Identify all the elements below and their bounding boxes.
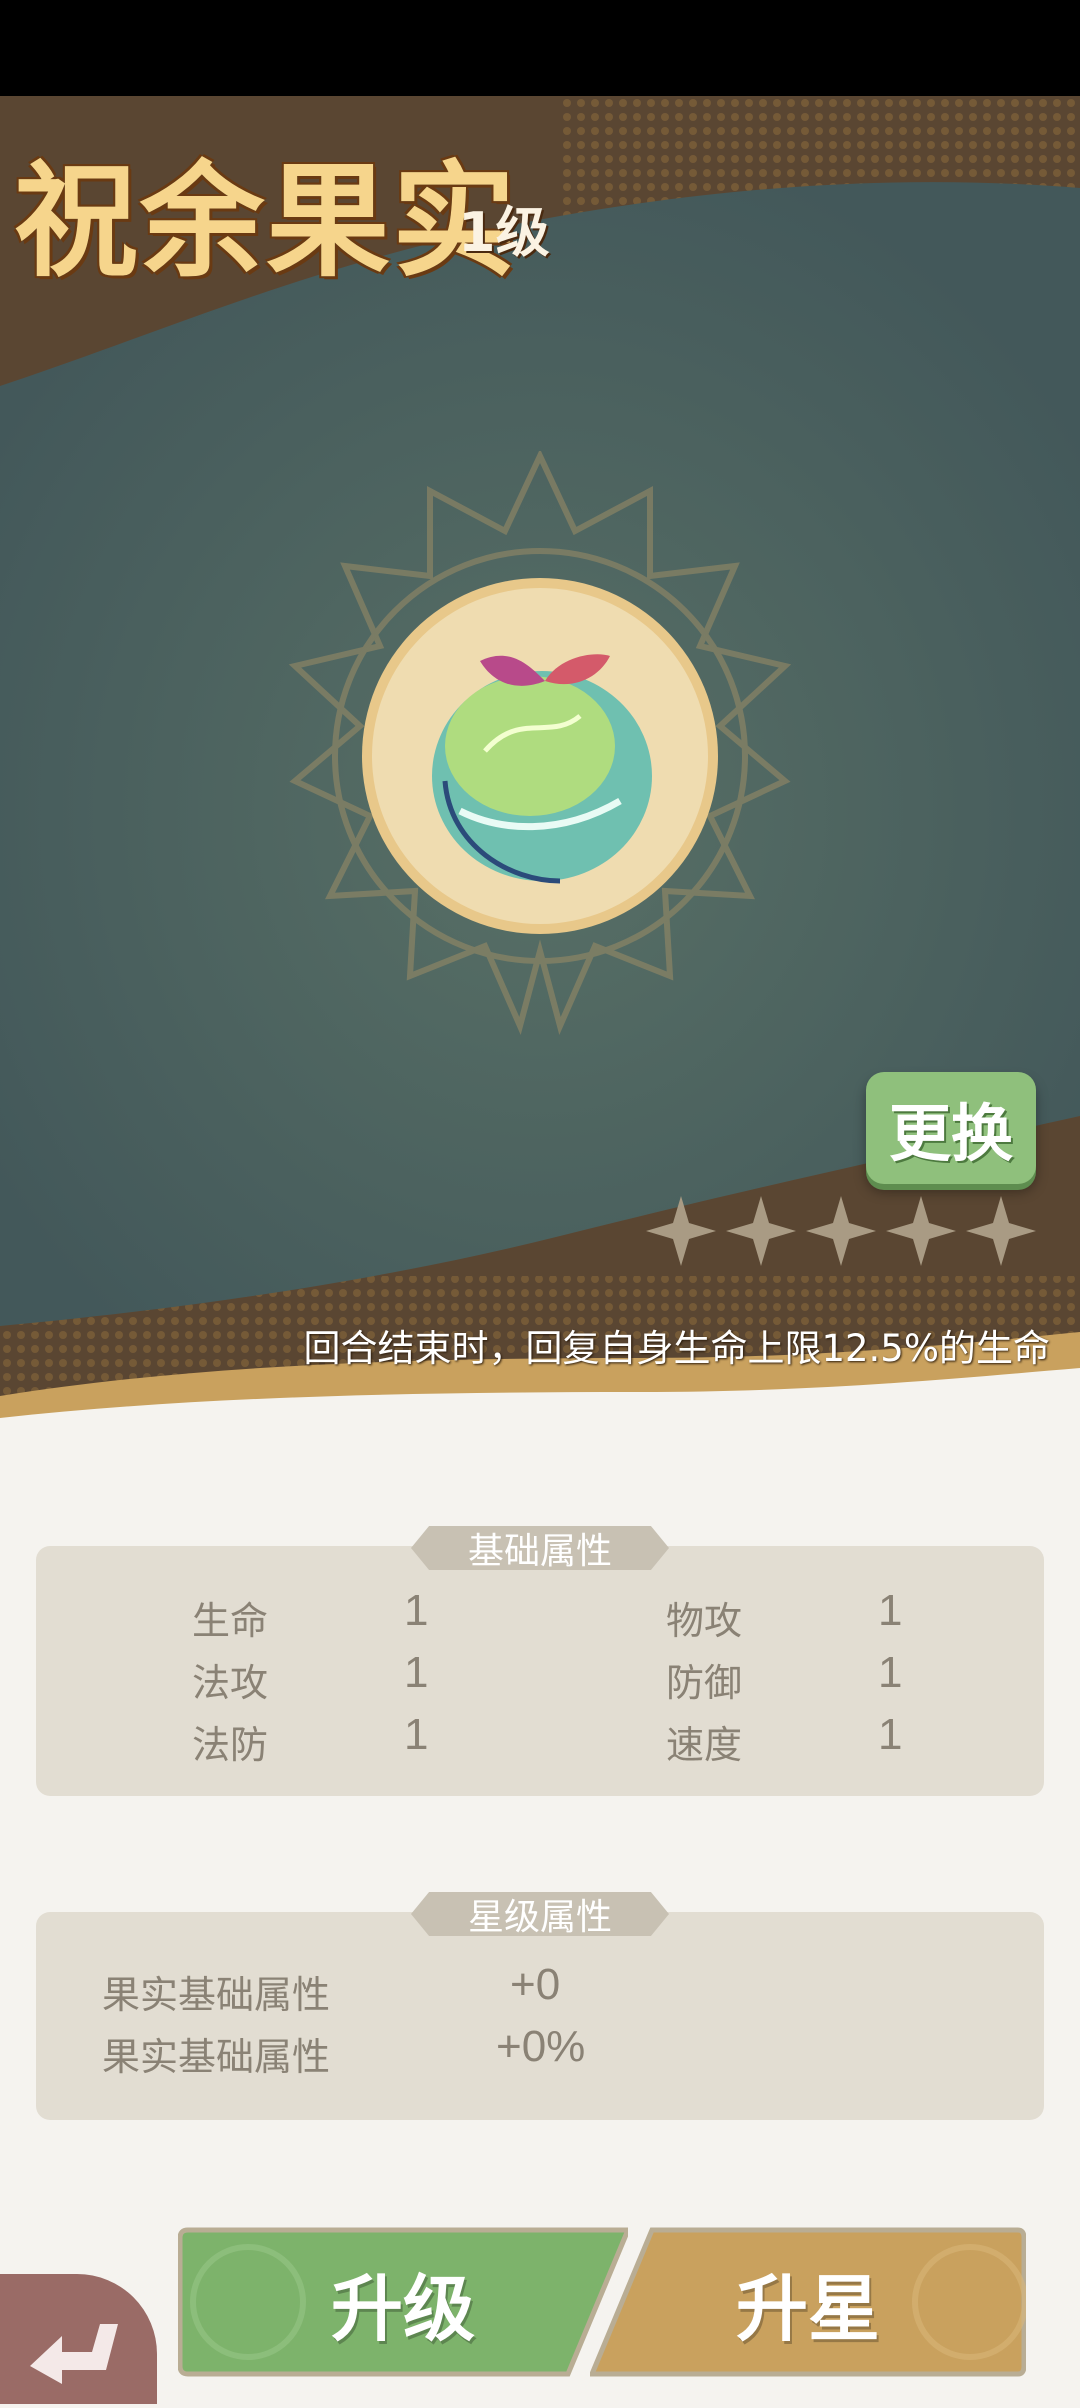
star-up-button[interactable]: 升星 [590,2226,1026,2378]
base-attributes-title: 基础属性 [411,1526,669,1570]
stat-value: 1 [404,1648,429,1697]
stat-value: 1 [878,1586,903,1635]
stat-label: 果实基础属性 [102,1973,331,2017]
star-rating [644,1194,1038,1268]
upgrade-button[interactable]: 升级 [178,2226,628,2378]
stat-value: 1 [404,1586,429,1635]
stat-value: 1 [878,1648,903,1697]
star-icon [806,1196,876,1266]
item-level: 1级 [458,201,550,264]
stat-label: 生命 [192,1599,269,1643]
item-title: 祝余果实 [14,150,519,294]
stat-label: 防御 [666,1661,743,1705]
stat-label: 物攻 [666,1599,743,1643]
base-attributes-panel: 基础属性 生命 1 物攻 1 法攻 1 防御 1 法防 1 速度 1 [36,1526,1044,1796]
star-icon [966,1196,1036,1266]
replace-button[interactable]: 更换 [866,1072,1036,1184]
peach-fruit-icon [288,451,792,1036]
stat-value: +0 [510,1960,561,2009]
star-icon [726,1196,796,1266]
item-hero: 祝余果实 1级 更换 回合结束时，回复自身生命上限12.5%的生命 [0,96,1080,1451]
star-icon [886,1196,956,1266]
star-attributes-title: 星级属性 [411,1892,669,1936]
stat-label: 果实基础属性 [102,2035,331,2079]
star-attributes-panel: 星级属性 果实基础属性 +0 果实基础属性 +0% [36,1892,1044,2120]
stat-label: 法防 [192,1723,269,1767]
stat-label: 速度 [666,1723,743,1767]
stat-value: 1 [404,1710,429,1759]
back-button[interactable] [0,2274,157,2404]
star-up-label: 升星 [735,2266,880,2351]
status-bar [0,0,1080,96]
item-description: 回合结束时，回复自身生命上限12.5%的生命 [303,1327,1050,1370]
upgrade-label: 升级 [330,2266,475,2351]
stat-label: 法攻 [192,1661,269,1705]
star-icon [646,1196,716,1266]
stat-value: 1 [878,1710,903,1759]
stat-value: +0% [496,2022,586,2071]
back-arrow-icon [30,2324,118,2384]
